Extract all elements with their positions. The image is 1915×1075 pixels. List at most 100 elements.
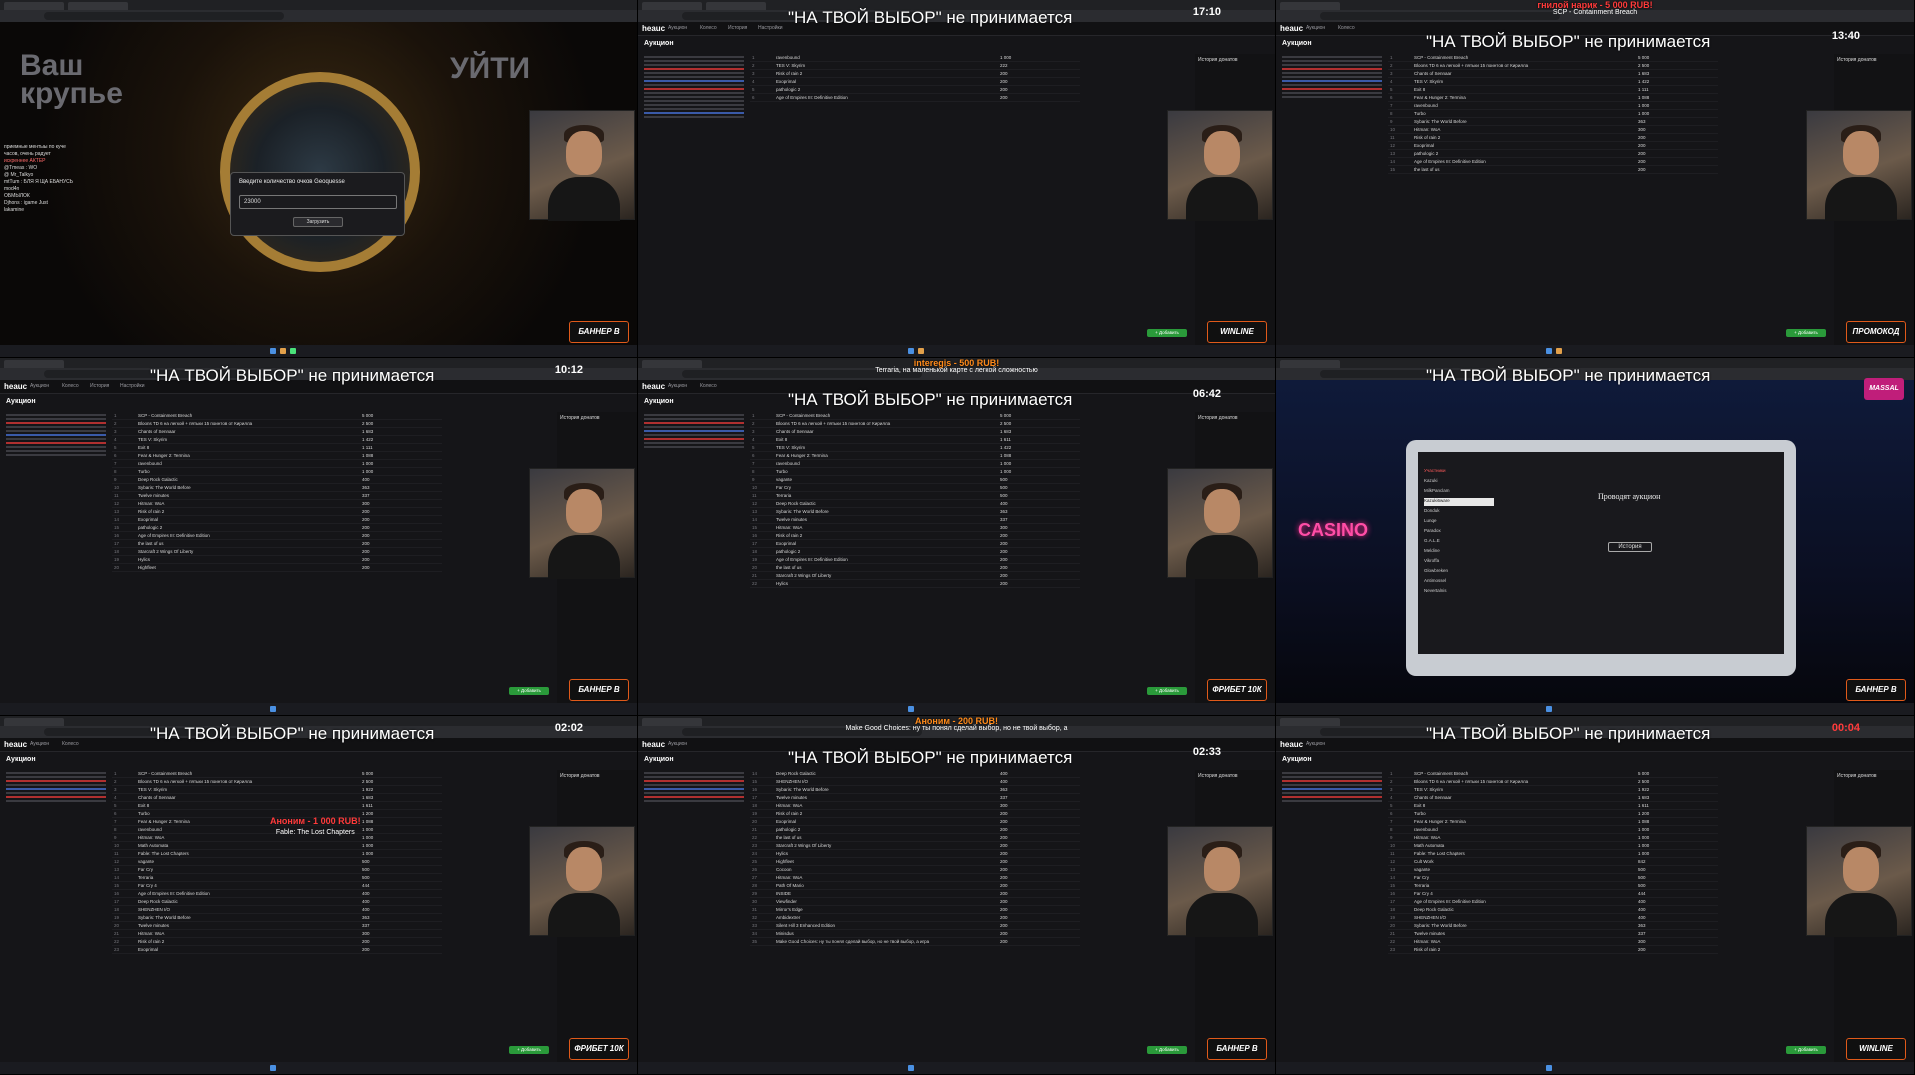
table-row[interactable]: 5 Exit 8 1 611 bbox=[112, 802, 442, 810]
participant[interactable]: Kazuki6ware bbox=[1424, 498, 1494, 506]
add-button[interactable]: + Добавить bbox=[1147, 329, 1187, 337]
site-logo[interactable]: heauc bbox=[642, 740, 665, 749]
nav-auction[interactable]: Аукцион bbox=[668, 741, 687, 747]
table-row[interactable]: 15 the last of us 200 bbox=[1388, 166, 1718, 174]
nav-wheel[interactable]: Колесо bbox=[1338, 25, 1355, 31]
participant[interactable]: Donduk bbox=[1424, 508, 1494, 516]
table-row[interactable]: 3 Chants of Sennaar 1 683 bbox=[112, 428, 442, 436]
table-row[interactable]: 23 Exoprimal 200 bbox=[112, 946, 442, 954]
table-row[interactable]: 7 ravenbound 1 000 bbox=[750, 460, 1080, 468]
table-row[interactable]: 15 pathologic 2 200 bbox=[112, 524, 442, 532]
table-row[interactable]: 13 Far Cry 500 bbox=[112, 866, 442, 874]
table-row[interactable]: 28 Path Of Mario 200 bbox=[750, 882, 1080, 890]
table-row[interactable]: 6 Fear & Hunger 2: Termina 1 088 bbox=[750, 452, 1080, 460]
table-row[interactable]: 5 Exit 8 1 111 bbox=[1388, 86, 1718, 94]
table-row[interactable]: 21 pathologic 2 200 bbox=[750, 826, 1080, 834]
table-row[interactable]: 18 Deep Rock Galactic 400 bbox=[1388, 906, 1718, 914]
participant[interactable]: Glowbreken bbox=[1424, 568, 1494, 576]
table-row[interactable]: 2 Bloons TD 6 на легкой + пятьки 15 поинт… bbox=[112, 420, 442, 428]
table-row[interactable]: 19 Sybaris: The World Before 363 bbox=[112, 914, 442, 922]
table-row[interactable]: 9 vagante 500 bbox=[750, 476, 1080, 484]
participant[interactable]: G.A.L.E bbox=[1424, 538, 1494, 546]
table-row[interactable]: 2 Bloons TD 6 на легкой + пятьки 15 поинт… bbox=[1388, 62, 1718, 70]
table-row[interactable]: 18 Hitman: WoA 300 bbox=[750, 802, 1080, 810]
table-row[interactable]: 10 Math Automata 1 000 bbox=[1388, 842, 1718, 850]
participant[interactable]: Lunqe bbox=[1424, 518, 1494, 526]
table-row[interactable]: 10 Far Cry 500 bbox=[750, 484, 1080, 492]
table-row[interactable]: 17 the last of us 200 bbox=[112, 540, 442, 548]
table-row[interactable]: 8 ravenbound 1 000 bbox=[1388, 826, 1718, 834]
table-row[interactable]: 2 Bloons TD 6 на легкой + пятьки 15 поинт… bbox=[750, 420, 1080, 428]
table-row[interactable]: 12 vagante 500 bbox=[112, 858, 442, 866]
table-row[interactable]: 7 ravenbound 1 000 bbox=[112, 460, 442, 468]
nav-auction[interactable]: Аукцион bbox=[30, 383, 49, 389]
table-row[interactable]: 9 Sybaris: The World Before 363 bbox=[1388, 118, 1718, 126]
add-button[interactable]: + Добавить bbox=[509, 687, 549, 695]
participant[interactable]: Antimossel bbox=[1424, 578, 1494, 586]
add-button[interactable]: + Добавить bbox=[509, 1046, 549, 1054]
table-row[interactable]: 16 Sybaris: The World Before 363 bbox=[750, 786, 1080, 794]
table-row[interactable]: 2 Bloons TD 6 на легкой + пятьки 15 поинт… bbox=[112, 778, 442, 786]
site-logo[interactable]: heauc bbox=[4, 382, 27, 391]
participant[interactable]: Vikroffa bbox=[1424, 558, 1494, 566]
table-row[interactable]: 11 Twelve minutes 337 bbox=[112, 492, 442, 500]
participant[interactable]: MilkPanclam bbox=[1424, 488, 1494, 496]
table-row[interactable]: 4 Exit 8 1 611 bbox=[750, 436, 1080, 444]
table-row[interactable]: 8 Turbo 1 000 bbox=[112, 468, 442, 476]
nav-settings[interactable]: Настройки bbox=[758, 25, 783, 31]
nav-wheel[interactable]: Колесо bbox=[700, 25, 717, 31]
table-row[interactable]: 17 Deep Rock Galactic 400 bbox=[112, 898, 442, 906]
table-row[interactable]: 16 Age of Empires III: Definitive Edition… bbox=[112, 532, 442, 540]
table-row[interactable]: 12 Deep Rock Galactic 400 bbox=[750, 500, 1080, 508]
table-row[interactable]: 21 Twelve minutes 337 bbox=[1388, 930, 1718, 938]
table-row[interactable]: 17 Exoprimal 200 bbox=[750, 540, 1080, 548]
table-row[interactable]: 10 Sybaris: The World Before 363 bbox=[112, 484, 442, 492]
site-logo[interactable]: heauc bbox=[1280, 740, 1303, 749]
table-row[interactable]: 7 Fear & Hunger 2: Termina 1 088 bbox=[1388, 818, 1718, 826]
table-row[interactable]: 4 TES V: Skyrim 1 422 bbox=[1388, 78, 1718, 86]
nav-wheel[interactable]: Колесо bbox=[62, 741, 79, 747]
nav-wheel[interactable]: Колесо bbox=[62, 383, 79, 389]
table-row[interactable]: 8 Turbo 1 000 bbox=[1388, 110, 1718, 118]
add-button[interactable]: + Добавить bbox=[1786, 1046, 1826, 1054]
table-row[interactable]: 16 Risk of rain 2 200 bbox=[750, 532, 1080, 540]
table-row[interactable]: 3 Chants of Sennaar 1 683 bbox=[750, 428, 1080, 436]
table-row[interactable]: 14 Deep Rock Galactic 400 bbox=[750, 770, 1080, 778]
nav-history[interactable]: История bbox=[90, 383, 109, 389]
table-row[interactable]: 6 Turbo 1 200 bbox=[1388, 810, 1718, 818]
table-row[interactable]: 14 Exoprimal 200 bbox=[112, 516, 442, 524]
table-row[interactable]: 23 Risk of rain 2 200 bbox=[1388, 946, 1718, 954]
table-row[interactable]: 20 Twelve minutes 337 bbox=[112, 922, 442, 930]
table-row[interactable]: 3 Chants of Sennaar 1 683 bbox=[1388, 70, 1718, 78]
table-row[interactable]: 9 Hitman: WoA 1 000 bbox=[1388, 834, 1718, 842]
table-row[interactable]: 20 the last of us 200 bbox=[750, 564, 1080, 572]
nav-auction[interactable]: Аукцион bbox=[1306, 741, 1325, 747]
nav-settings[interactable]: Настройки bbox=[120, 383, 145, 389]
table-row[interactable]: 1 SCP - Containment Breach 5 000 bbox=[1388, 770, 1718, 778]
points-input[interactable]: 23000 bbox=[239, 195, 397, 209]
table-row[interactable]: 2 TES V: Skyrim 222 bbox=[750, 62, 1080, 70]
table-row[interactable]: 1 SCP - Containment Breach 5 000 bbox=[750, 412, 1080, 420]
table-row[interactable]: 5 pathologic 2 200 bbox=[750, 86, 1080, 94]
site-logo[interactable]: heauc bbox=[4, 740, 27, 749]
table-row[interactable]: 22 Hylics 200 bbox=[750, 580, 1080, 588]
table-row[interactable]: 11 Risk of rain 2 200 bbox=[1388, 134, 1718, 142]
add-button[interactable]: + Добавить bbox=[1786, 329, 1826, 337]
add-button[interactable]: + Добавить bbox=[1147, 687, 1187, 695]
table-row[interactable]: 18 Starcraft 2 Wings Of Liberty 200 bbox=[112, 548, 442, 556]
table-row[interactable]: 18 SHENZHEN I/O 400 bbox=[112, 906, 442, 914]
table-row[interactable]: 14 Twelve minutes 337 bbox=[750, 516, 1080, 524]
table-row[interactable]: 5 Exit 8 1 111 bbox=[112, 444, 442, 452]
table-row[interactable]: 35 Make Good Choices: ну ты понял сделай … bbox=[750, 938, 1080, 946]
nav-auction[interactable]: Аукцион bbox=[30, 741, 49, 747]
table-row[interactable]: 15 Hitman: WoA 300 bbox=[750, 524, 1080, 532]
table-row[interactable]: 16 Age of Empires III: Definitive Edition… bbox=[112, 890, 442, 898]
table-row[interactable]: 25 Highfleet 200 bbox=[750, 858, 1080, 866]
table-row[interactable]: 14 Terraria 500 bbox=[112, 874, 442, 882]
table-row[interactable]: 19 Hylics 200 bbox=[112, 556, 442, 564]
table-row[interactable]: 29 INSIDE 200 bbox=[750, 890, 1080, 898]
table-row[interactable]: 4 Chants of Sennaar 1 683 bbox=[1388, 794, 1718, 802]
table-row[interactable]: 1 SCP - Containment Breach 5 000 bbox=[112, 412, 442, 420]
table-row[interactable]: 1 SCP - Containment Breach 5 000 bbox=[112, 770, 442, 778]
table-row[interactable]: 6 Age of Empires III: Definitive Edition 2… bbox=[750, 94, 1080, 102]
